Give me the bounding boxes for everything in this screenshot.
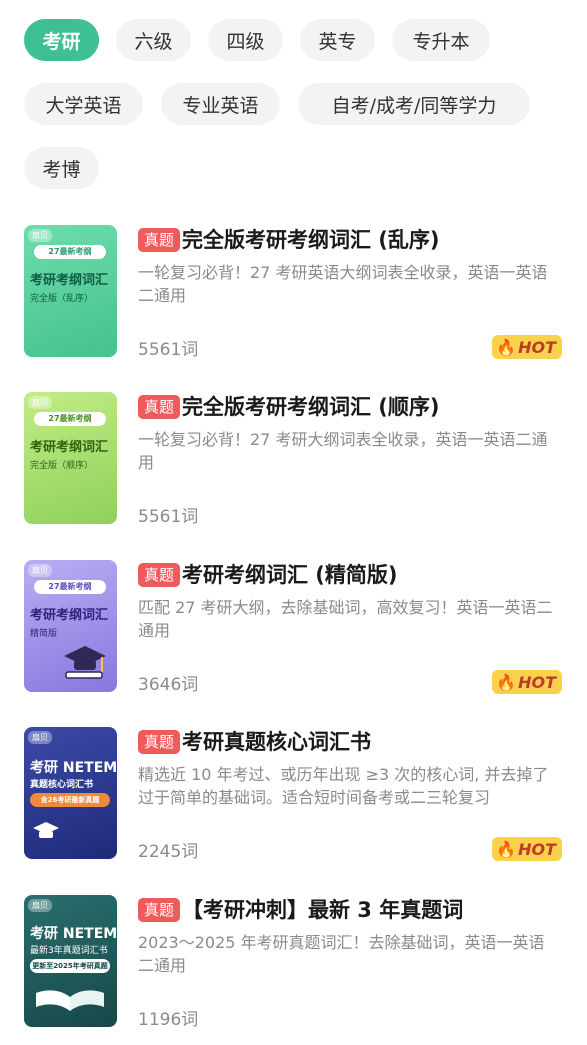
word-count: 3646词 <box>138 675 199 695</box>
book-cover: 扇贝 考研 NETEM 最新3年真题词汇书 更新至2025年考研真题 <box>24 895 117 1027</box>
cover-subtitle: 最新3年真题词汇书 <box>30 946 108 956</box>
hot-badge: 🔥 HOT <box>492 837 562 861</box>
filter-chip-self-study[interactable]: 自考/成考/同等学力 <box>298 83 530 125</box>
book-description: 精选近 10 年考过、或历年出现 ≥3 次的核心词, 并去掉了过于简单的基础词。… <box>138 765 549 807</box>
flame-icon: 🔥 <box>496 337 517 357</box>
word-count: 5561词 <box>138 340 199 360</box>
book-cover: 扇贝 27最新考纲 考研考纲词汇 精简版 <box>24 560 117 692</box>
word-count: 5561词 <box>138 507 199 527</box>
cover-subtitle: 完全版（顺序） <box>30 461 94 471</box>
brand-label: 扇贝 <box>28 229 52 242</box>
cover-badge: 更新至2025年考研真题 <box>30 959 110 973</box>
flame-icon: 🔥 <box>496 839 517 859</box>
brand-label: 扇贝 <box>28 564 52 577</box>
filter-chip-phd[interactable]: 考博 <box>24 147 99 189</box>
brand-label: 扇贝 <box>28 899 52 912</box>
cover-badge: 27最新考纲 <box>34 580 106 594</box>
filter-chip-professional-english[interactable]: 专业英语 <box>161 83 280 125</box>
cover-subtitle: 真题核心词汇书 <box>30 780 94 790</box>
tag-badge: 真题 <box>138 563 181 587</box>
book-description: 匹配 27 考研大纲，去除基础词，高效复习！英语一英语二通用 <box>138 598 553 640</box>
book-title: 完全版考研考纲词汇 (顺序) <box>182 395 440 419</box>
book-item[interactable]: 扇贝 27最新考纲 考研考纲词汇 精简版 真题 考研考纲词汇 (精简版) 匹配 … <box>0 560 587 710</box>
book-item[interactable]: 扇贝 考研 NETEM 最新3年真题词汇书 更新至2025年考研真题 真题 【考… <box>0 895 587 1045</box>
book-item[interactable]: 扇贝 27最新考纲 考研考纲词汇 完全版（乱序） 真题 完全版考研考纲词汇 (乱… <box>0 225 587 375</box>
filter-chip-college-english[interactable]: 大学英语 <box>24 83 143 125</box>
cover-subtitle: 精简版 <box>30 629 58 639</box>
brand-label: 扇贝 <box>28 396 52 409</box>
cover-badge: 含26考研最新真题 <box>30 793 110 807</box>
hot-label: HOT <box>518 337 556 357</box>
cover-badge: 27最新考纲 <box>34 412 106 426</box>
book-title: 完全版考研考纲词汇 (乱序) <box>182 228 440 252</box>
book-item[interactable]: 扇贝 考研 NETEM 真题核心词汇书 含26考研最新真题 真题 考研真题核心词… <box>0 727 587 877</box>
cover-title: 考研考纲词汇 <box>30 440 109 455</box>
cover-title: 考研 NETEM <box>30 926 117 942</box>
book-cover: 扇贝 考研 NETEM 真题核心词汇书 含26考研最新真题 <box>24 727 117 859</box>
hot-label: HOT <box>518 672 556 692</box>
book-item[interactable]: 扇贝 27最新考纲 考研考纲词汇 完全版（顺序） 真题 完全版考研考纲词汇 (顺… <box>0 392 587 542</box>
word-count: 2245词 <box>138 842 199 862</box>
book-cover: 扇贝 27最新考纲 考研考纲词汇 完全版（乱序） <box>24 225 117 357</box>
brand-label: 扇贝 <box>28 731 52 744</box>
filter-chip-english-major[interactable]: 英专 <box>300 19 375 61</box>
book-title: 【考研冲刺】最新 3 年真题词 <box>182 898 464 922</box>
flame-icon: 🔥 <box>496 672 517 692</box>
hot-badge: 🔥 HOT <box>492 335 562 359</box>
book-title: 考研考纲词汇 (精简版) <box>182 563 398 587</box>
filter-chip-cet6[interactable]: 六级 <box>116 19 191 61</box>
book-title: 考研真题核心词汇书 <box>182 730 371 754</box>
tag-badge: 真题 <box>138 395 181 419</box>
tag-badge: 真题 <box>138 228 181 252</box>
filter-chip-zhuanshengben[interactable]: 专升本 <box>392 19 490 61</box>
word-count: 1196词 <box>138 1010 199 1030</box>
tag-badge: 真题 <box>138 730 181 754</box>
cover-title: 考研考纲词汇 <box>30 608 109 623</box>
hot-label: HOT <box>518 839 556 859</box>
cover-title: 考研考纲词汇 <box>30 273 109 288</box>
hot-badge: 🔥 HOT <box>492 670 562 694</box>
tag-badge: 真题 <box>138 898 181 922</box>
filter-chip-cet4[interactable]: 四级 <box>208 19 283 61</box>
book-cover: 扇贝 27最新考纲 考研考纲词汇 完全版（顺序） <box>24 392 117 524</box>
filter-chip-kaoyan[interactable]: 考研 <box>24 19 99 61</box>
open-book-icon <box>36 990 104 1011</box>
graduation-cap-icon <box>64 646 106 679</box>
cover-title: 考研 NETEM <box>30 760 117 776</box>
cover-badge: 27最新考纲 <box>34 245 106 259</box>
book-description: 一轮复习必背！27 考研英语大纲词表全收录，英语一英语二通用 <box>138 263 548 305</box>
cover-subtitle: 完全版（乱序） <box>30 294 94 304</box>
book-description: 2023～2025 年考研真题词汇！去除基础词，英语一英语二通用 <box>138 933 545 975</box>
graduation-cap-icon <box>33 822 59 838</box>
book-description: 一轮复习必背！27 考研大纲词表全收录，英语一英语二通用 <box>138 430 548 472</box>
